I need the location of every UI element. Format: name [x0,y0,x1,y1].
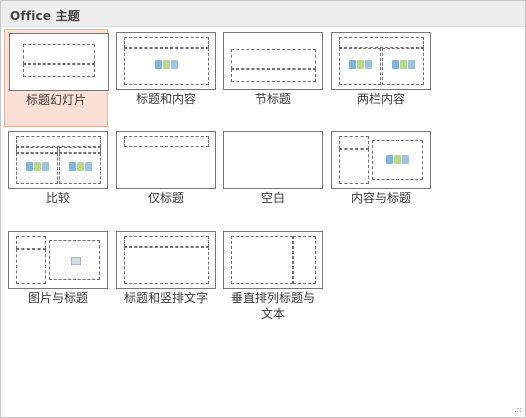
layout-picture-with-caption[interactable]: 图片与标题 [4,228,108,326]
layout-two-content[interactable]: 两栏内容 [327,29,431,127]
layout-thumbnail [8,131,108,189]
gallery-header: Office 主题 [1,1,525,27]
layout-title-and-vertical-text[interactable]: 标题和竖排文字 [112,228,216,326]
layout-thumbnail [223,131,323,189]
layout-label: 标题幻灯片 [25,93,86,107]
layout-thumbnail [331,32,431,90]
layout-label: 节标题 [254,92,291,106]
layout-label: 比较 [45,191,70,205]
layout-label: 两栏内容 [356,92,405,106]
content-placeholder [124,48,209,85]
layout-label: 图片与标题 [27,291,88,305]
title-placeholder [23,44,95,64]
layout-title-only[interactable]: 仅标题 [112,128,216,226]
gallery-title: Office 主题 [10,9,80,23]
vertical-text-placeholder [231,236,293,284]
title-placeholder [16,236,46,249]
subtitle-placeholder [23,64,95,77]
title-placeholder [231,49,316,69]
title-placeholder [124,236,209,247]
layout-label: 标题和内容 [135,92,196,106]
text-placeholder [339,149,369,184]
layout-thumbnail [116,32,216,90]
right-content-placeholder [59,153,101,184]
title-placeholder [16,136,101,147]
layout-label: 标题和竖排文字 [123,291,208,305]
layout-title-slide[interactable]: 标题幻灯片 [4,29,109,127]
layout-content-with-caption[interactable]: 内容与标题 [327,128,431,226]
left-content-placeholder [16,153,58,184]
layout-thumbnail [223,32,323,90]
layout-thumbnail [8,231,108,289]
picture-icon [71,257,81,265]
title-placeholder [124,37,209,48]
layout-gallery-panel: Office 主题 标题幻灯片 标题和内容 节标题 两栏内容 比较 仅标题 空白… [0,0,526,418]
text-placeholder [231,69,316,82]
layout-thumbnail [331,131,431,189]
left-content-placeholder [339,48,381,85]
layout-thumbnail [116,231,216,289]
layout-label: 空白 [260,191,285,205]
right-content-placeholder [382,48,424,85]
layout-thumbnail [116,131,216,189]
title-placeholder [339,37,424,48]
resize-grip-icon[interactable]: .:: [514,406,522,414]
title-placeholder [124,136,209,147]
text-placeholder [16,249,46,284]
layout-blank[interactable]: 空白 [219,128,323,226]
layout-label: 内容与标题 [350,191,411,205]
layout-label: 垂直排列标题与文本 [231,291,316,321]
layout-thumbnail [9,33,109,91]
layout-title-and-content[interactable]: 标题和内容 [112,29,216,127]
layout-thumbnail [223,231,323,289]
title-placeholder [339,136,369,149]
content-placeholder [372,140,423,180]
vertical-title-placeholder [293,236,316,284]
layout-label: 仅标题 [147,191,184,205]
vertical-text-placeholder [124,247,209,284]
layout-comparison[interactable]: 比较 [4,128,108,226]
layout-section-header[interactable]: 节标题 [219,29,323,127]
content-icons [155,60,179,70]
layout-vertical-title-and-text[interactable]: 垂直排列标题与文本 [219,228,323,326]
picture-placeholder [49,240,100,280]
